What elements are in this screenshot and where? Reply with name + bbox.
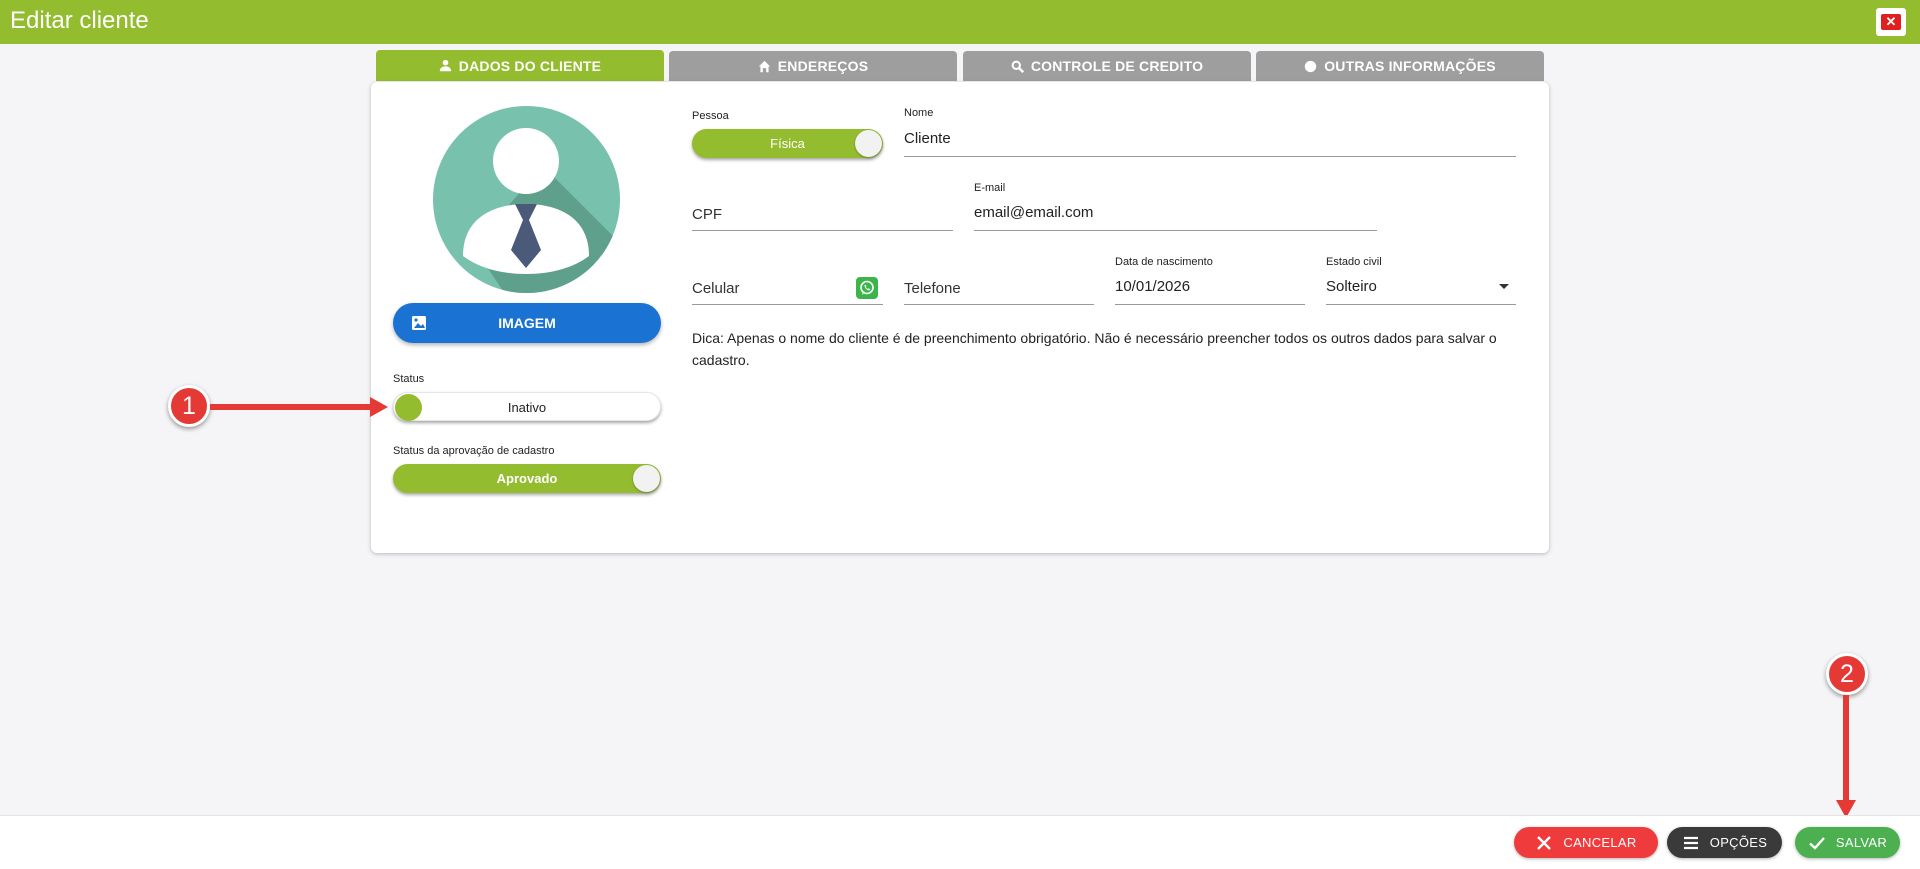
image-button[interactable]: IMAGEM (393, 303, 661, 343)
estado-civil-label: Estado civil (1326, 256, 1382, 268)
tab-dados-do-cliente[interactable]: DADOS DO CLIENTE (376, 50, 664, 81)
menu-icon (1683, 836, 1698, 849)
celular-field[interactable]: Celular (692, 269, 883, 305)
nome-field[interactable]: Nome Cliente (904, 105, 1516, 157)
close-button[interactable]: ✕ (1876, 8, 1906, 36)
annotation-marker-2: 2 (1826, 653, 1868, 695)
close-icon (1537, 835, 1552, 850)
image-button-label: IMAGEM (498, 315, 556, 331)
window-title: Editar cliente (10, 7, 149, 34)
pessoa-toggle[interactable]: Física (692, 129, 883, 158)
form-tip: Dica: Apenas o nome do cliente é de pree… (692, 330, 1497, 368)
title-bar: Editar cliente ✕ (0, 0, 1920, 44)
save-button[interactable]: SALVAR (1795, 827, 1900, 858)
close-icon: ✕ (1881, 14, 1901, 30)
tab-label: DADOS DO CLIENTE (458, 57, 602, 74)
email-field[interactable]: E-mail email@email.com (974, 180, 1377, 231)
telefone-placeholder: Telefone (904, 280, 961, 297)
whatsapp-icon[interactable] (856, 277, 878, 299)
annotation-arrow-1 (210, 404, 376, 410)
status-label: Status (393, 373, 425, 385)
tab-outras-informacoes[interactable]: OUTRAS INFORMAÇÕES (1256, 51, 1544, 81)
email-value: email@email.com (974, 204, 1094, 221)
estado-civil-value: Solteiro (1326, 278, 1377, 295)
chevron-down-icon[interactable] (1499, 284, 1509, 289)
approval-status-toggle[interactable]: Aprovado (393, 464, 661, 493)
celular-placeholder: Celular (692, 280, 740, 297)
status-toggle-text: Inativo (507, 400, 547, 415)
tab-label: ENDEREÇOS (777, 58, 869, 74)
person-icon (439, 59, 451, 72)
annotation-arrow-1-head (370, 397, 388, 417)
nome-value: Cliente (904, 130, 951, 147)
whatsapp-glyph (860, 280, 874, 295)
cancel-button[interactable]: CANCELAR (1514, 827, 1658, 858)
save-button-label: SALVAR (1835, 835, 1888, 850)
avatar-icon (433, 106, 620, 293)
annotation-marker-1: 1 (168, 385, 210, 427)
tab-enderecos[interactable]: ENDEREÇOS (669, 51, 957, 81)
home-icon (758, 60, 770, 72)
approval-toggle-text: Aprovado (496, 471, 558, 486)
status-toggle[interactable]: Inativo (393, 392, 661, 421)
data-nascimento-value: 10/01/2026 (1115, 278, 1191, 295)
cancel-button-label: CANCELAR (1563, 835, 1637, 850)
data-nascimento-label: Data de nascimento (1115, 256, 1213, 268)
cpf-field[interactable]: CPF (692, 195, 953, 231)
estado-civil-select[interactable]: Estado civil Solteiro (1326, 254, 1516, 305)
tab-label: OUTRAS INFORMAÇÕES (1324, 58, 1496, 74)
data-nascimento-field[interactable]: Data de nascimento 10/01/2026 (1115, 254, 1305, 305)
nome-label: Nome (904, 107, 934, 119)
cpf-placeholder: CPF (692, 206, 722, 223)
check-icon (1809, 836, 1825, 850)
pessoa-label: Pessoa (692, 110, 729, 122)
annotation-arrow-2 (1843, 695, 1849, 805)
search-icon (1011, 60, 1024, 73)
info-icon (1305, 60, 1317, 72)
email-label: E-mail (974, 182, 1006, 194)
tab-controle-de-credito[interactable]: CONTROLE DE CREDITO (963, 51, 1251, 81)
options-button[interactable]: OPÇÕES (1667, 827, 1782, 858)
approval-status-label: Status da aprovação de cadastro (393, 445, 555, 457)
options-button-label: OPÇÕES (1709, 835, 1768, 850)
tab-label: CONTROLE DE CREDITO (1030, 58, 1204, 74)
pessoa-toggle-text: Física (770, 136, 805, 151)
telefone-field[interactable]: Telefone (904, 269, 1094, 305)
